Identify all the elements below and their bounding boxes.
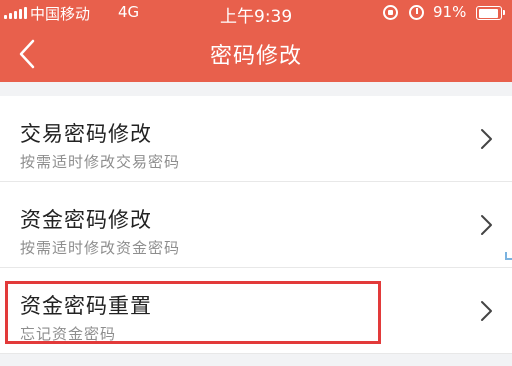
list-item-reset-fund-password[interactable]: 资金密码重置 忘记资金密码 (0, 268, 512, 354)
item-subtitle: 忘记资金密码 (20, 325, 117, 343)
status-time: 上午9:39 (220, 7, 293, 27)
chevron-right-icon (481, 215, 492, 235)
item-subtitle: 按需适时修改交易密码 (20, 153, 181, 171)
battery-level (478, 8, 498, 18)
item-title: 资金密码修改 (20, 208, 152, 232)
nav-bar: 密码修改 (0, 26, 512, 82)
item-title: 交易密码修改 (20, 122, 152, 146)
carrier-name: 中国移动 (30, 5, 91, 23)
list-item-change-fund-password[interactable]: 资金密码修改 按需适时修改资金密码 (0, 182, 512, 268)
status-bar: 中国移动 4G 上午9:39 91% (0, 0, 512, 27)
chevron-right-icon (481, 129, 492, 149)
network-type: 4G (118, 3, 140, 21)
list-item-change-trade-password[interactable]: 交易密码修改 按需适时修改交易密码 (0, 96, 512, 182)
item-subtitle: 按需适时修改资金密码 (20, 239, 181, 257)
item-title: 资金密码重置 (20, 294, 152, 318)
battery-percentage: 91% (433, 3, 467, 21)
settings-list: 交易密码修改 按需适时修改交易密码 资金密码修改 按需适时修改资金密码 资金密码… (0, 96, 512, 354)
edge-mark (505, 252, 512, 260)
signal-icon (4, 7, 27, 19)
battery-icon (476, 6, 505, 20)
page-title: 密码修改 (209, 44, 302, 69)
rotation-lock-icon (383, 5, 398, 20)
alarm-icon (409, 5, 424, 20)
chevron-right-icon (481, 301, 492, 321)
